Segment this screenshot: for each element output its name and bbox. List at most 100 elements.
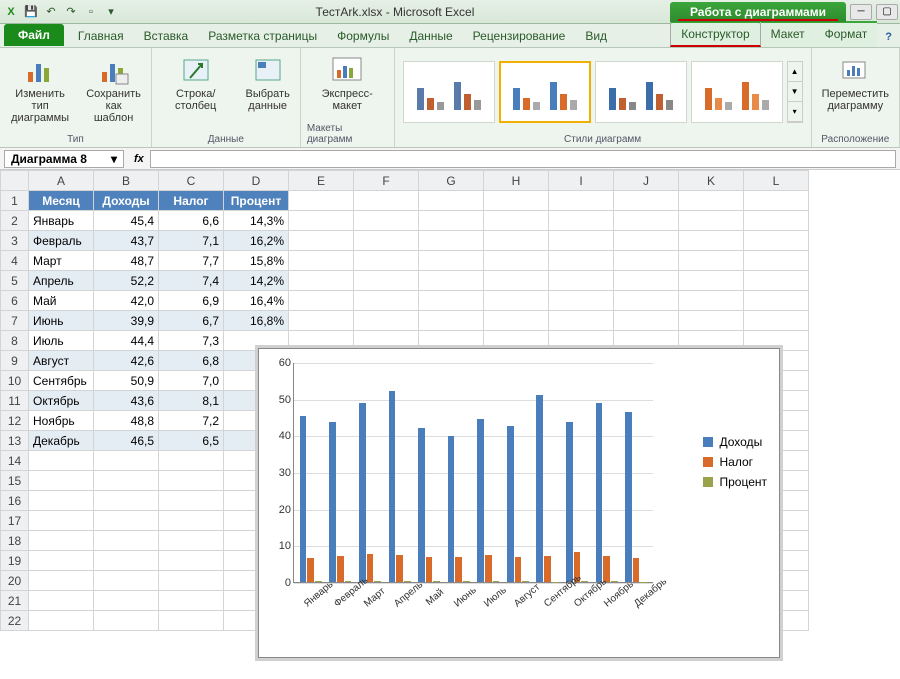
cell[interactable]: [29, 511, 94, 531]
chart-style-3[interactable]: [595, 61, 687, 123]
column-header-D[interactable]: D: [224, 171, 289, 191]
chart-style-2[interactable]: [499, 61, 591, 123]
change-chart-type-button[interactable]: Изменить тип диаграммы: [6, 52, 74, 126]
cell[interactable]: [419, 311, 484, 331]
cell[interactable]: [29, 551, 94, 571]
row-header-10[interactable]: 10: [1, 371, 29, 391]
table-header-cell[interactable]: Месяц: [29, 191, 94, 211]
cell[interactable]: [679, 191, 744, 211]
row-header-12[interactable]: 12: [1, 411, 29, 431]
cell[interactable]: [679, 311, 744, 331]
help-icon[interactable]: ?: [877, 27, 900, 47]
cell[interactable]: [549, 311, 614, 331]
tab-format[interactable]: Формат: [815, 21, 878, 47]
row-header-22[interactable]: 22: [1, 611, 29, 631]
cell[interactable]: [614, 191, 679, 211]
cell[interactable]: [549, 231, 614, 251]
row-header-11[interactable]: 11: [1, 391, 29, 411]
cell[interactable]: [614, 311, 679, 331]
row-header-7[interactable]: 7: [1, 311, 29, 331]
cell[interactable]: [679, 211, 744, 231]
gallery-scroll[interactable]: ▲▼▾: [787, 61, 803, 123]
cell[interactable]: [354, 231, 419, 251]
cell[interactable]: [484, 211, 549, 231]
cell[interactable]: [159, 591, 224, 611]
table-header-cell[interactable]: Процент: [224, 191, 289, 211]
cell[interactable]: [159, 611, 224, 631]
cell[interactable]: 6,8: [159, 351, 224, 371]
cell[interactable]: [94, 551, 159, 571]
cell[interactable]: [289, 311, 354, 331]
cell[interactable]: [614, 251, 679, 271]
column-header-I[interactable]: I: [549, 171, 614, 191]
switch-row-column-button[interactable]: Строка/столбец: [158, 52, 234, 114]
cell[interactable]: 7,0: [159, 371, 224, 391]
cell[interactable]: [549, 211, 614, 231]
cell[interactable]: [354, 291, 419, 311]
cell[interactable]: 6,7: [159, 311, 224, 331]
cell[interactable]: Май: [29, 291, 94, 311]
row-header-21[interactable]: 21: [1, 591, 29, 611]
cell[interactable]: [419, 231, 484, 251]
cell[interactable]: [419, 271, 484, 291]
cell[interactable]: [484, 271, 549, 291]
cell[interactable]: 16,2%: [224, 231, 289, 251]
cell[interactable]: 8,1: [159, 391, 224, 411]
gallery-down-icon[interactable]: ▼: [788, 82, 802, 102]
cell[interactable]: [419, 191, 484, 211]
cell[interactable]: [94, 451, 159, 471]
cell[interactable]: [484, 231, 549, 251]
cell[interactable]: [744, 311, 809, 331]
cell[interactable]: 16,4%: [224, 291, 289, 311]
cell[interactable]: 42,6: [94, 351, 159, 371]
column-header-J[interactable]: J: [614, 171, 679, 191]
cell[interactable]: [614, 291, 679, 311]
cell[interactable]: 15,8%: [224, 251, 289, 271]
embedded-chart[interactable]: ЯнварьФевральМартАпрельМайИюньИюльАвгуст…: [258, 348, 780, 658]
column-header-B[interactable]: B: [94, 171, 159, 191]
cell[interactable]: [29, 571, 94, 591]
gallery-more-icon[interactable]: ▾: [788, 102, 802, 122]
cell[interactable]: 7,1: [159, 231, 224, 251]
cell[interactable]: [94, 591, 159, 611]
move-chart-button[interactable]: Переместить диаграмму: [818, 52, 893, 114]
cell[interactable]: Август: [29, 351, 94, 371]
row-header-5[interactable]: 5: [1, 271, 29, 291]
restore-button[interactable]: ▢: [876, 4, 898, 20]
tab-design[interactable]: Конструктор: [670, 21, 760, 47]
cell[interactable]: 52,2: [94, 271, 159, 291]
cell[interactable]: 45,4: [94, 211, 159, 231]
cell[interactable]: [549, 191, 614, 211]
cell[interactable]: [614, 211, 679, 231]
name-box[interactable]: Диаграмма 8 ▾: [4, 150, 124, 168]
cell[interactable]: [159, 571, 224, 591]
cell[interactable]: 50,9: [94, 371, 159, 391]
column-header-A[interactable]: A: [29, 171, 94, 191]
cell[interactable]: [484, 311, 549, 331]
cell[interactable]: [419, 251, 484, 271]
cell[interactable]: [549, 291, 614, 311]
cell[interactable]: Ноябрь: [29, 411, 94, 431]
cell[interactable]: [419, 291, 484, 311]
cell[interactable]: [159, 451, 224, 471]
row-header-15[interactable]: 15: [1, 471, 29, 491]
cell[interactable]: Июль: [29, 331, 94, 351]
column-header-G[interactable]: G: [419, 171, 484, 191]
minimize-button[interactable]: ─: [850, 4, 872, 20]
cell[interactable]: [744, 271, 809, 291]
tab-view[interactable]: Вид: [575, 25, 617, 47]
row-header-18[interactable]: 18: [1, 531, 29, 551]
cell[interactable]: 7,7: [159, 251, 224, 271]
cell[interactable]: 48,8: [94, 411, 159, 431]
tab-formulas[interactable]: Формулы: [327, 25, 399, 47]
new-icon[interactable]: ▫: [82, 3, 100, 21]
cell[interactable]: 46,5: [94, 431, 159, 451]
cell[interactable]: [289, 251, 354, 271]
express-layout-button[interactable]: Экспресс-макет: [307, 52, 388, 114]
cell[interactable]: Декабрь: [29, 431, 94, 451]
cell[interactable]: [679, 271, 744, 291]
cell[interactable]: 42,0: [94, 291, 159, 311]
cell[interactable]: Сентябрь: [29, 371, 94, 391]
cell[interactable]: 43,7: [94, 231, 159, 251]
cell[interactable]: [94, 531, 159, 551]
